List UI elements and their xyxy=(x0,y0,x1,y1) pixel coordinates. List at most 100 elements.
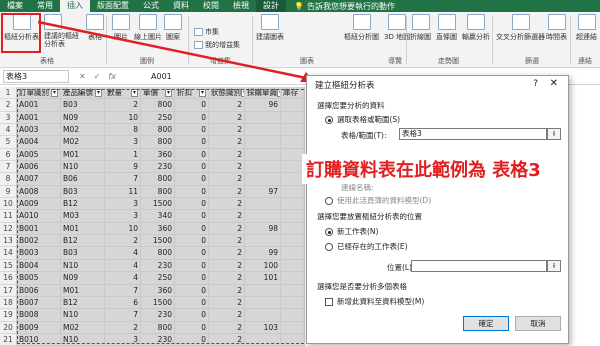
column-header[interactable]: 訂單識別 ▾ xyxy=(17,87,61,100)
table-cell[interactable]: 0 xyxy=(175,173,209,186)
tab-design[interactable]: 設計 xyxy=(256,0,286,12)
row-header[interactable]: 20 xyxy=(0,321,17,334)
table-cell[interactable] xyxy=(281,333,305,346)
table-cell[interactable]: 1 xyxy=(105,148,141,162)
collapse-range-button[interactable]: ⭱ xyxy=(547,128,561,140)
row-header[interactable]: 6 xyxy=(0,148,17,162)
table-cell[interactable] xyxy=(245,210,281,223)
table-cell[interactable]: 2 xyxy=(209,99,245,112)
picture-button[interactable]: 圖片 xyxy=(112,14,130,42)
table-cell[interactable]: A008 xyxy=(17,185,61,199)
table-cell[interactable]: M01 xyxy=(61,284,105,297)
filter-dropdown-icon[interactable]: ▾ xyxy=(164,89,172,97)
sparkline-winloss-button[interactable]: 輸贏分析 xyxy=(462,14,490,42)
table-cell[interactable]: M01 xyxy=(61,222,105,236)
add-data-model-option[interactable]: 新增此資料至資料模型(M) xyxy=(325,296,424,307)
table-cell[interactable] xyxy=(281,124,305,137)
table-cell[interactable]: B002 xyxy=(17,235,61,248)
column-header[interactable]: 庫存 xyxy=(281,87,305,100)
table-cell[interactable]: B010 xyxy=(17,333,61,346)
row-header[interactable]: 15 xyxy=(0,259,17,273)
table-cell[interactable]: 11 xyxy=(105,185,141,199)
table-cell[interactable]: 0 xyxy=(175,309,209,322)
table-cell[interactable] xyxy=(281,210,305,223)
table-cell[interactable]: 2 xyxy=(209,136,245,149)
table-cell[interactable]: 3 xyxy=(105,333,141,346)
table-cell[interactable]: 360 xyxy=(141,222,175,236)
table-cell[interactable]: 2 xyxy=(209,321,245,334)
table-cell[interactable] xyxy=(281,321,305,334)
tab-file[interactable]: 檔案 xyxy=(0,0,30,12)
table-cell[interactable]: 98 xyxy=(245,222,281,236)
table-cell[interactable]: N10 xyxy=(61,161,105,174)
table-cell[interactable]: 0 xyxy=(175,124,209,137)
table-cell[interactable]: 2 xyxy=(209,333,245,346)
row-header[interactable]: 18 xyxy=(0,296,17,310)
table-cell[interactable]: 0 xyxy=(175,259,209,273)
table-cell[interactable]: 2 xyxy=(209,124,245,137)
new-sheet-option[interactable]: 新工作表(N) xyxy=(325,226,378,237)
table-cell[interactable]: 2 xyxy=(209,235,245,248)
table-cell[interactable] xyxy=(245,148,281,162)
tab-page-layout[interactable]: 版面配置 xyxy=(90,0,136,12)
table-cell[interactable]: 2 xyxy=(209,309,245,322)
store-button[interactable]: 市集 xyxy=(194,27,219,37)
table-cell[interactable]: B007 xyxy=(17,296,61,310)
table-cell[interactable]: 2 xyxy=(105,321,141,334)
table-cell[interactable] xyxy=(281,99,305,112)
table-cell[interactable]: 1500 xyxy=(141,198,175,211)
table-cell[interactable]: N09 xyxy=(61,272,105,285)
timeline-button[interactable]: 時間表 xyxy=(546,14,567,42)
column-header[interactable]: 採購單識▾ xyxy=(245,87,281,100)
recommended-pivot-button[interactable]: 建議的樞紐分析表 xyxy=(44,14,84,48)
table-cell[interactable]: 7 xyxy=(105,309,141,322)
enter-icon[interactable]: ✓ xyxy=(94,72,101,81)
row-header[interactable]: 3 xyxy=(0,111,17,125)
table-cell[interactable]: 2 xyxy=(105,235,141,248)
table-cell[interactable] xyxy=(281,309,305,322)
row-header[interactable]: 10 xyxy=(0,198,17,211)
table-cell[interactable] xyxy=(281,296,305,310)
table-cell[interactable]: 1500 xyxy=(141,235,175,248)
ok-button[interactable]: 確定 xyxy=(463,316,509,331)
table-cell[interactable] xyxy=(245,136,281,149)
table-cell[interactable]: 800 xyxy=(141,185,175,199)
radio-select-range[interactable] xyxy=(325,116,333,124)
table-cell[interactable]: 0 xyxy=(175,247,209,260)
table-cell[interactable]: 360 xyxy=(141,148,175,162)
table-cell[interactable]: 3 xyxy=(105,198,141,211)
table-cell[interactable] xyxy=(245,333,281,346)
table-cell[interactable]: 2 xyxy=(209,222,245,236)
table-cell[interactable]: 0 xyxy=(175,111,209,125)
table-cell[interactable]: B001 xyxy=(17,222,61,236)
table-cell[interactable]: 2 xyxy=(209,161,245,174)
table-cell[interactable]: 230 xyxy=(141,259,175,273)
table-cell[interactable]: A001 xyxy=(17,111,61,125)
table-cell[interactable] xyxy=(245,309,281,322)
table-cell[interactable]: 2 xyxy=(209,210,245,223)
table-cell[interactable]: 2 xyxy=(209,296,245,310)
location-input[interactable] xyxy=(411,260,547,272)
table-cell[interactable]: B008 xyxy=(17,309,61,322)
tab-formulas[interactable]: 公式 xyxy=(136,0,166,12)
table-cell[interactable]: N10 xyxy=(61,309,105,322)
row-header[interactable]: 17 xyxy=(0,284,17,297)
table-cell[interactable]: A001 xyxy=(17,99,61,112)
table-cell[interactable]: A006 xyxy=(17,161,61,174)
table-cell[interactable]: B005 xyxy=(17,272,61,285)
table-cell[interactable]: B006 xyxy=(17,284,61,297)
add-data-model-checkbox[interactable] xyxy=(325,298,333,306)
filter-dropdown-icon[interactable]: ▾ xyxy=(130,89,138,97)
my-addins-button[interactable]: 我的增益集 xyxy=(194,40,240,50)
table-cell[interactable]: 9 xyxy=(105,161,141,174)
table-cell[interactable]: 1500 xyxy=(141,296,175,310)
recommended-charts-button[interactable]: 建議圖表 xyxy=(256,14,284,42)
table-cell[interactable]: B004 xyxy=(17,259,61,273)
table-cell[interactable]: M03 xyxy=(61,210,105,223)
filter-dropdown-icon[interactable]: ▾ xyxy=(50,89,58,97)
tab-data[interactable]: 資料 xyxy=(166,0,196,12)
hyperlink-button[interactable]: 超連結 xyxy=(576,14,597,42)
table-cell[interactable]: B009 xyxy=(17,321,61,334)
table-cell[interactable]: 100 xyxy=(245,259,281,273)
table-cell[interactable]: 2 xyxy=(105,99,141,112)
